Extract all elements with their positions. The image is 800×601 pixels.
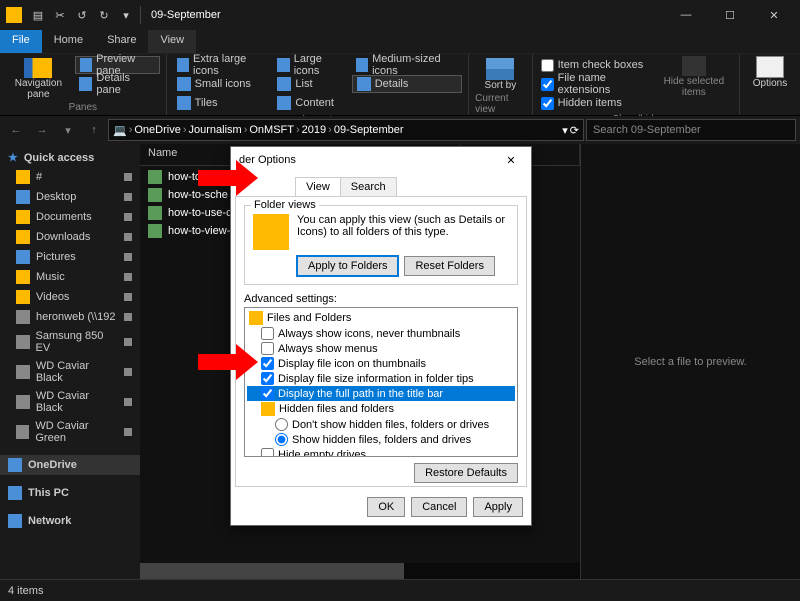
sidebar-thispc[interactable]: This PC bbox=[0, 483, 140, 503]
folder-views-text: You can apply this view (such as Details… bbox=[297, 214, 509, 250]
tab-view[interactable]: View bbox=[148, 30, 196, 53]
preview-placeholder: Select a file to preview. bbox=[634, 356, 747, 368]
sidebar-network[interactable]: Network bbox=[0, 511, 140, 531]
sidebar-item-drive[interactable]: Samsung 850 EV bbox=[0, 327, 140, 357]
preview-pane: Select a file to preview. bbox=[580, 144, 800, 579]
opt-menus[interactable]: Always show menus bbox=[247, 341, 515, 356]
status-item-count: 4 items bbox=[8, 585, 43, 597]
opt-fileicon[interactable]: Display file icon on thumbnails bbox=[247, 356, 515, 371]
layout-extra-large[interactable]: Extra large icons bbox=[173, 56, 270, 74]
group-curview-label: Current view bbox=[475, 91, 525, 117]
up-button[interactable]: ↑ bbox=[82, 118, 106, 142]
folder-views-group: Folder views You can apply this view (su… bbox=[244, 205, 518, 285]
sidebar-item-music[interactable]: Music bbox=[0, 267, 140, 287]
dialog-tab-search[interactable]: Search bbox=[340, 177, 397, 196]
breadcrumb-seg: OnMSFT› bbox=[249, 124, 299, 136]
sidebar-item-downloads[interactable]: Downloads bbox=[0, 227, 140, 247]
folder-views-icon bbox=[253, 214, 289, 250]
tab-home[interactable]: Home bbox=[42, 30, 95, 53]
opt-fullpath-titlebar[interactable]: Display the full path in the title bar bbox=[247, 386, 515, 401]
opt-filesize[interactable]: Display file size information in folder … bbox=[247, 371, 515, 386]
hide-selected-button: Hide selected items bbox=[655, 56, 733, 98]
opt-hide-empty-drives[interactable]: Hide empty drives bbox=[247, 447, 515, 457]
titlebar: ▤ ✂ ↺ ↻ ▾ 09-September — ☐ ✕ bbox=[0, 0, 800, 30]
layout-list[interactable]: List bbox=[273, 75, 347, 93]
file-name-extensions-toggle[interactable]: File name extensions bbox=[539, 75, 651, 93]
forward-button[interactable]: → bbox=[30, 118, 54, 142]
layout-content[interactable]: Content bbox=[273, 94, 347, 112]
layout-small[interactable]: Small icons bbox=[173, 75, 270, 93]
folder-icon bbox=[6, 7, 22, 23]
sidebar-item-drive[interactable]: WD Caviar Black bbox=[0, 357, 140, 387]
breadcrumb-seg: 09-September bbox=[334, 124, 404, 136]
annotation-arrow-2 bbox=[198, 344, 262, 380]
sidebar-item-netloc[interactable]: heronweb (\\192 bbox=[0, 307, 140, 327]
breadcrumb[interactable]: 💻› OneDrive› Journalism› OnMSFT› 2019› 0… bbox=[108, 119, 584, 141]
folder-options-dialog: der Options ✕ General View Search Folder… bbox=[230, 146, 532, 526]
quick-access[interactable]: ★Quick access bbox=[0, 148, 140, 167]
opt-dont-show-hidden[interactable]: Don't show hidden files, folders or driv… bbox=[247, 417, 515, 432]
pc-icon: 💻 bbox=[113, 124, 127, 137]
apply-to-folders-button[interactable]: Apply to Folders bbox=[297, 256, 398, 276]
navigation-pane-button[interactable]: Navigation pane bbox=[6, 56, 71, 100]
sidebar-item-pictures[interactable]: Pictures bbox=[0, 247, 140, 267]
layout-medium[interactable]: Medium-sized icons bbox=[352, 56, 462, 74]
breadcrumb-seg: OneDrive› bbox=[134, 124, 186, 136]
options-button[interactable]: Options bbox=[746, 56, 794, 89]
apply-button[interactable]: Apply bbox=[473, 497, 523, 517]
layout-large[interactable]: Large icons bbox=[273, 56, 347, 74]
advanced-settings-tree[interactable]: Files and Folders Always show icons, nev… bbox=[244, 307, 518, 457]
refresh-icon[interactable]: ⟳ bbox=[570, 124, 579, 137]
close-button[interactable]: ✕ bbox=[752, 0, 796, 30]
dialog-titlebar[interactable]: der Options ✕ bbox=[231, 147, 531, 173]
dialog-tab-view[interactable]: View bbox=[295, 177, 341, 196]
status-bar: 4 items bbox=[0, 579, 800, 601]
tree-hidden-folder: Hidden files and folders bbox=[247, 401, 515, 417]
cancel-button[interactable]: Cancel bbox=[411, 497, 467, 517]
sidebar-onedrive[interactable]: OneDrive bbox=[0, 455, 140, 475]
qat-properties-icon[interactable]: ▤ bbox=[28, 6, 48, 24]
address-bar: ← → ▾ ↑ 💻› OneDrive› Journalism› OnMSFT›… bbox=[0, 116, 800, 144]
reset-folders-button[interactable]: Reset Folders bbox=[404, 256, 494, 276]
tree-folder: Files and Folders bbox=[247, 310, 515, 326]
advanced-settings-label: Advanced settings: bbox=[244, 293, 518, 305]
qat-redo-icon[interactable]: ↻ bbox=[94, 6, 114, 24]
sidebar-item-videos[interactable]: Videos bbox=[0, 287, 140, 307]
breadcrumb-seg: 2019› bbox=[302, 124, 332, 136]
sidebar-item-desktop[interactable]: Desktop bbox=[0, 187, 140, 207]
sidebar-item-drive[interactable]: WD Caviar Black bbox=[0, 387, 140, 417]
sidebar-item-documents[interactable]: Documents bbox=[0, 207, 140, 227]
layout-tiles[interactable]: Tiles bbox=[173, 94, 270, 112]
annotation-arrow-1 bbox=[198, 160, 262, 196]
opt-show-hidden[interactable]: Show hidden files, folders and drives bbox=[247, 432, 515, 447]
dialog-close-button[interactable]: ✕ bbox=[499, 150, 523, 170]
sort-by-button[interactable]: Sort by bbox=[480, 56, 520, 91]
breadcrumb-seg: Journalism› bbox=[189, 124, 248, 136]
qat-newfolder-icon[interactable]: ✂ bbox=[50, 6, 70, 24]
qat-undo-icon[interactable]: ↺ bbox=[72, 6, 92, 24]
nav-sidebar: ★Quick access # Desktop Documents Downlo… bbox=[0, 144, 140, 579]
ribbon-tabs: File Home Share View bbox=[0, 30, 800, 54]
qat-customize-icon[interactable]: ▾ bbox=[116, 6, 136, 24]
ok-button[interactable]: OK bbox=[367, 497, 405, 517]
sidebar-item[interactable]: # bbox=[0, 167, 140, 187]
ribbon: Navigation pane Preview pane Details pan… bbox=[0, 54, 800, 116]
minimize-button[interactable]: — bbox=[664, 0, 708, 30]
horizontal-scrollbar[interactable] bbox=[140, 563, 580, 579]
search-input[interactable]: Search 09-September bbox=[586, 119, 796, 141]
details-pane-button[interactable]: Details pane bbox=[75, 75, 160, 93]
group-panes-label: Panes bbox=[69, 100, 97, 115]
dropdown-icon[interactable]: ▾ bbox=[562, 124, 568, 137]
sidebar-item-drive[interactable]: WD Caviar Green bbox=[0, 417, 140, 447]
recent-button[interactable]: ▾ bbox=[56, 118, 80, 142]
layout-details[interactable]: Details bbox=[352, 75, 462, 93]
back-button[interactable]: ← bbox=[4, 118, 28, 142]
tab-share[interactable]: Share bbox=[95, 30, 148, 53]
restore-defaults-button[interactable]: Restore Defaults bbox=[414, 463, 518, 483]
window-title: 09-September bbox=[151, 9, 221, 21]
maximize-button[interactable]: ☐ bbox=[708, 0, 752, 30]
hidden-items-toggle[interactable]: Hidden items bbox=[539, 94, 651, 112]
tab-file[interactable]: File bbox=[0, 30, 42, 53]
opt-thumbnails[interactable]: Always show icons, never thumbnails bbox=[247, 326, 515, 341]
